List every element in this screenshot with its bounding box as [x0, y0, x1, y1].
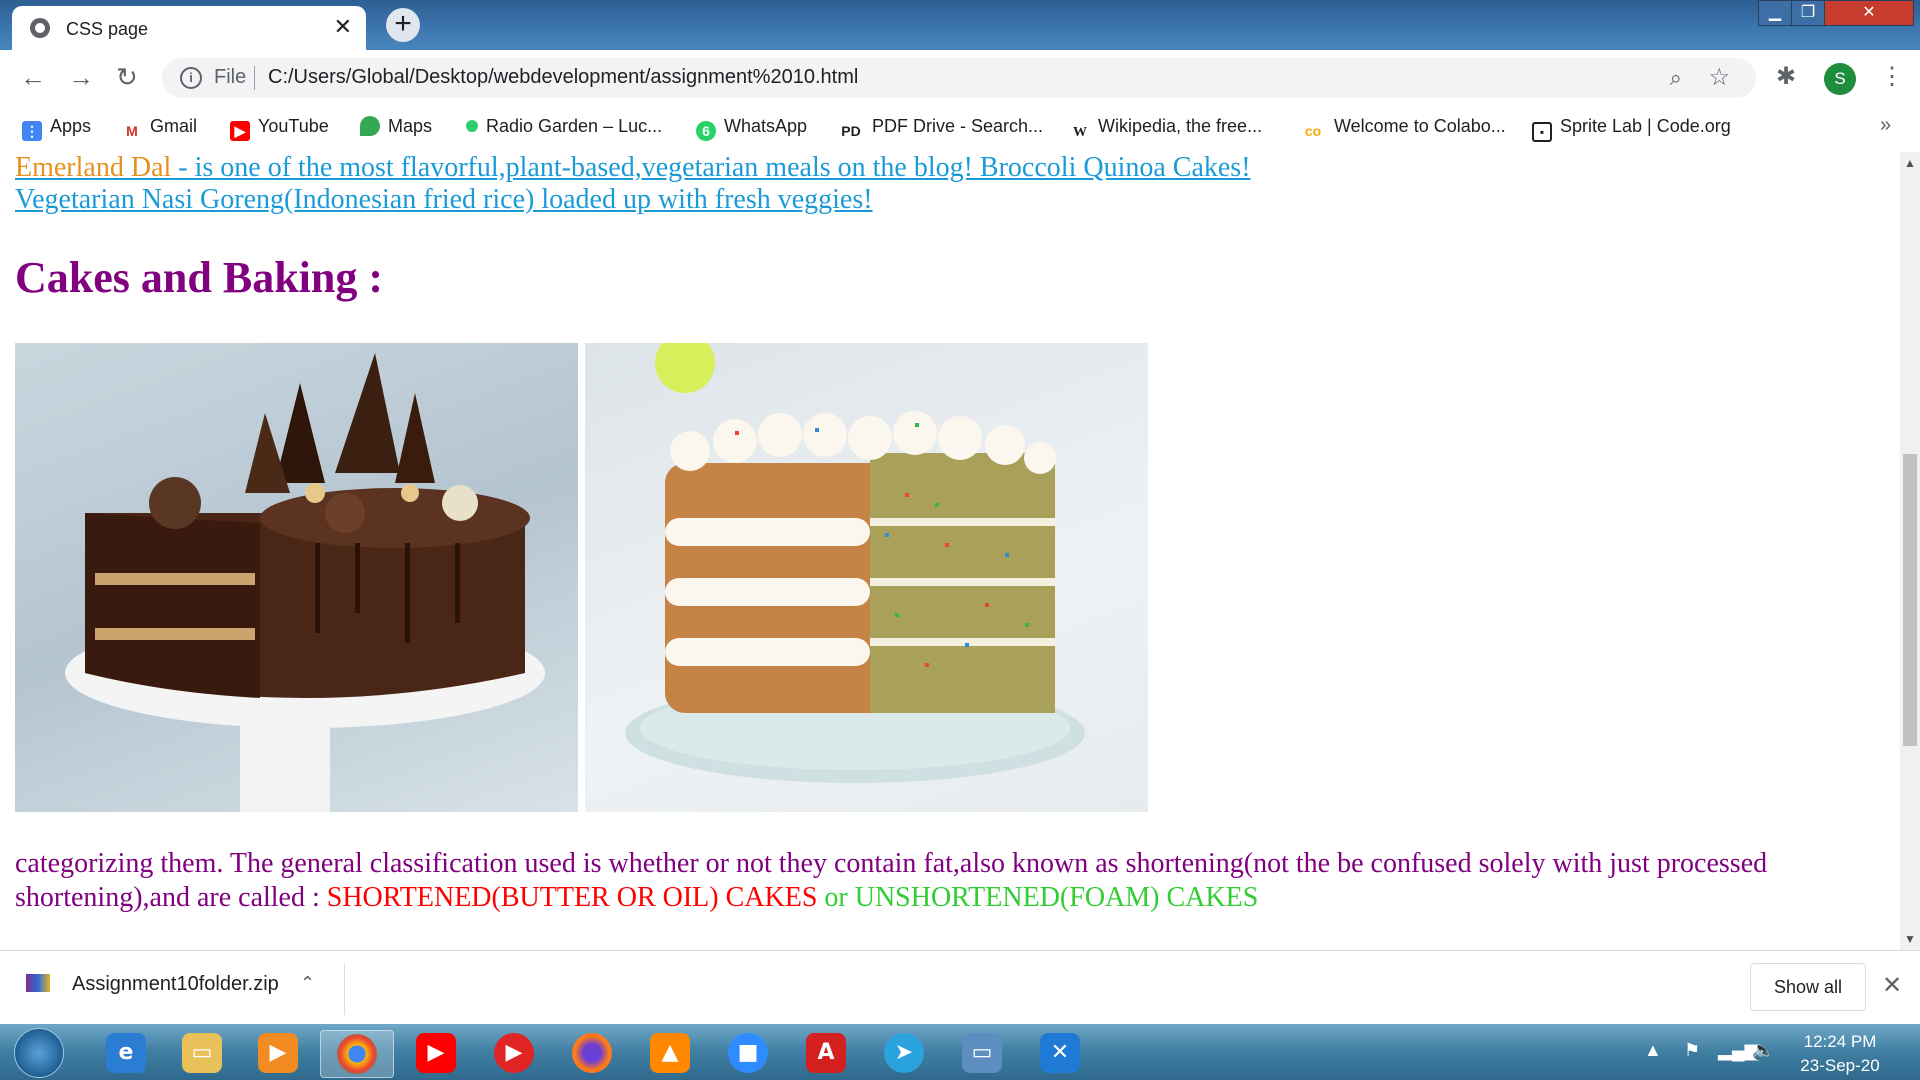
- zip-archive-icon: [26, 974, 50, 992]
- bookmark-gmail[interactable]: M Gmail: [122, 116, 197, 141]
- download-file-name: Assignment10folder.zip: [72, 973, 279, 995]
- code-org-icon: ▪: [1532, 122, 1552, 142]
- zoom-app-icon[interactable]: ■: [720, 1030, 776, 1076]
- bookmark-star-icon[interactable]: ☆: [1708, 63, 1730, 92]
- nasi-goreng-link[interactable]: Vegetarian Nasi Goreng(Indonesian fried …: [15, 184, 873, 216]
- vertical-scrollbar[interactable]: ▲ ▼: [1900, 152, 1920, 950]
- globe-icon: [30, 18, 50, 38]
- gmail-icon: M: [122, 121, 142, 141]
- extensions-puzzle-icon[interactable]: ✱: [1776, 62, 1796, 91]
- music-player-icon[interactable]: ▶: [486, 1030, 542, 1076]
- show-all-button[interactable]: Show all: [1750, 963, 1866, 1011]
- restore-button[interactable]: ❐: [1791, 0, 1825, 26]
- close-window-button[interactable]: ✕: [1824, 0, 1914, 26]
- acrobat-reader-icon[interactable]: A: [798, 1030, 854, 1076]
- page-content: Emerland Dal - is one of the most flavor…: [0, 152, 1900, 950]
- firefox-icon[interactable]: [564, 1030, 620, 1076]
- colab-icon: co: [1300, 121, 1326, 141]
- maps-icon: [360, 116, 380, 136]
- divider: [254, 66, 255, 90]
- scroll-up-arrow-icon[interactable]: ▲: [1904, 156, 1916, 170]
- bookmark-youtube[interactable]: ▶ YouTube: [230, 116, 329, 141]
- close-shelf-icon[interactable]: ✕: [1882, 971, 1902, 1000]
- url-scheme: File: [214, 66, 247, 88]
- start-button[interactable]: [14, 1028, 64, 1078]
- scrollbar-thumb[interactable]: [1903, 454, 1917, 746]
- media-player-icon[interactable]: ▶: [250, 1030, 306, 1076]
- funfetti-cake-image: [585, 343, 1148, 812]
- close-tab-icon[interactable]: ✕: [334, 14, 352, 40]
- info-icon[interactable]: i: [180, 67, 202, 89]
- download-shelf: Assignment10folder.zip ⌃ Show all ✕: [0, 950, 1920, 1025]
- zoom-icon[interactable]: ⌕: [1670, 65, 1682, 91]
- minimize-button[interactable]: ▁: [1758, 0, 1792, 26]
- bookmark-radio-garden[interactable]: Radio Garden – Luc...: [466, 116, 662, 137]
- emerland-dal-desc: - is one of the most flavorful,plant-bas…: [171, 152, 1251, 183]
- action-center-flag-icon[interactable]: ⚑: [1684, 1040, 1700, 1061]
- bookmark-colab[interactable]: co Welcome to Colabo...: [1300, 116, 1506, 141]
- new-tab-button[interactable]: +: [386, 8, 420, 42]
- whatsapp-icon: 6: [696, 121, 716, 141]
- chocolate-cake-image: [15, 343, 578, 812]
- file-explorer-icon[interactable]: ▭: [174, 1030, 230, 1076]
- wikipedia-icon: W: [1070, 123, 1090, 143]
- vscode-icon[interactable]: ✕: [1032, 1030, 1088, 1076]
- tab-css-page[interactable]: CSS page ✕: [12, 6, 366, 50]
- clock-date: 23-Sep-20: [1800, 1056, 1880, 1075]
- more-bookmarks-icon[interactable]: »: [1880, 114, 1891, 137]
- apps-grid-icon: ⋮: [22, 121, 42, 141]
- pdf-drive-icon: PD: [838, 121, 864, 141]
- back-button[interactable]: ←: [20, 62, 46, 93]
- chrome-taskbar-icon[interactable]: [320, 1030, 394, 1078]
- internet-explorer-icon[interactable]: e: [98, 1030, 154, 1076]
- menu-dots-icon[interactable]: ⋮: [1880, 62, 1904, 91]
- page-heading: Cakes and Baking :: [15, 253, 384, 302]
- address-bar[interactable]: i File C:/Users/Global/Desktop/webdevelo…: [162, 58, 1756, 98]
- bookmark-pdf-drive[interactable]: PD PDF Drive - Search...: [838, 116, 1043, 141]
- bookmark-whatsapp[interactable]: 6 WhatsApp: [696, 116, 807, 141]
- forward-button[interactable]: →: [68, 62, 94, 93]
- telegram-icon[interactable]: ➤: [876, 1030, 932, 1076]
- taskbar: e ▭ ▶ ▶ ▶ ▲ ■ A ➤ ▭ ✕ ▲ ⚑ ▂▄▆ 🔈 12:24 PM…: [0, 1024, 1920, 1080]
- youtube-taskbar-icon[interactable]: ▶: [408, 1030, 464, 1076]
- chevron-up-icon[interactable]: ⌃: [300, 973, 315, 994]
- divider: [344, 963, 345, 1015]
- reload-button[interactable]: ↻: [116, 62, 138, 93]
- scroll-down-arrow-icon[interactable]: ▼: [1904, 932, 1916, 946]
- shortened-cakes-text: SHORTENED(BUTTER OR OIL) CAKES: [326, 882, 818, 913]
- clock-time: 12:24 PM: [1803, 1032, 1877, 1051]
- bookmark-sprite-lab[interactable]: ▪ Sprite Lab | Code.org: [1532, 116, 1731, 142]
- toolbar: ← → ↻ i File C:/Users/Global/Desktop/web…: [0, 50, 1920, 106]
- show-hidden-icons-icon[interactable]: ▲: [1644, 1040, 1662, 1061]
- emerland-dal-link[interactable]: Emerland Dal - is one of the most flavor…: [15, 152, 1251, 184]
- volume-icon[interactable]: 🔈: [1752, 1040, 1774, 1061]
- download-item[interactable]: Assignment10folder.zip: [26, 973, 279, 996]
- url-text[interactable]: C:/Users/Global/Desktop/webdevelopment/a…: [268, 66, 858, 89]
- profile-avatar[interactable]: S: [1824, 63, 1856, 95]
- vlc-icon[interactable]: ▲: [642, 1030, 698, 1076]
- tab-title: CSS page: [66, 19, 149, 39]
- unshortened-cakes-text: or UNSHORTENED(FOAM) CAKES: [817, 882, 1259, 913]
- system-clock[interactable]: 12:24 PM 23-Sep-20: [1790, 1030, 1890, 1078]
- bookmark-wikipedia[interactable]: W Wikipedia, the free...: [1070, 116, 1262, 143]
- bookmarks-bar: ⋮ Apps M Gmail ▶ YouTube Maps Radio Garden …: [0, 106, 1920, 153]
- bookmark-maps[interactable]: Maps: [360, 116, 432, 137]
- cake-classification-paragraph: categorizing them. The general classific…: [15, 847, 1875, 915]
- emerland-dal-text: Emerland Dal: [15, 152, 172, 183]
- bookmark-apps[interactable]: ⋮ Apps: [22, 116, 91, 141]
- radio-garden-icon: [466, 120, 478, 132]
- youtube-icon: ▶: [230, 121, 250, 141]
- tab-strip: CSS page ✕ + ▁ ❐ ✕: [0, 0, 1920, 50]
- remote-desktop-icon[interactable]: ▭: [954, 1030, 1010, 1076]
